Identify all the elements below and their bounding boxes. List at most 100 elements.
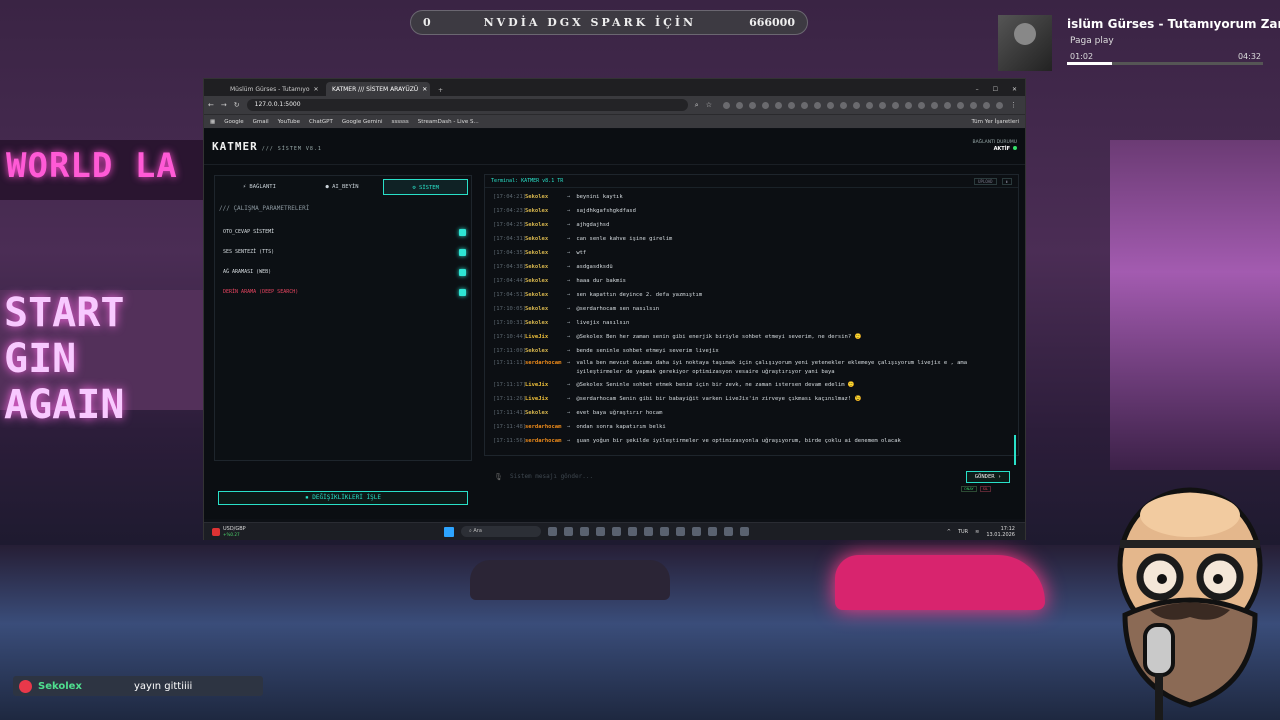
extension-icon[interactable] [931, 101, 938, 109]
apps-icon[interactable]: ▦ [210, 119, 215, 125]
toggle[interactable] [459, 228, 466, 236]
app-icon[interactable] [708, 527, 717, 536]
bookmark-youtube[interactable]: YouTube [278, 119, 300, 125]
extension-icon[interactable] [866, 101, 873, 109]
extension-icon[interactable] [879, 101, 886, 109]
scrollbar[interactable] [1014, 435, 1016, 465]
extension-icon[interactable] [853, 101, 860, 109]
close-icon[interactable]: ✕ [314, 86, 319, 93]
now-playing-widget: islüm Gürses - Tutamıyorum Zama Paga pla… [995, 12, 1280, 72]
toggle[interactable] [459, 288, 466, 296]
reload-icon[interactable]: ↻ [234, 101, 240, 109]
extension-icon[interactable] [918, 101, 925, 109]
new-tab-button[interactable]: + [432, 85, 449, 96]
clock[interactable]: 17:12 13.01.2026 [986, 526, 1015, 538]
log-timestamp: [17:11:17] [493, 382, 527, 388]
tab-connection[interactable]: ⚡ BAĞLANTI [218, 179, 301, 195]
upload-button[interactable]: UPLOAD [974, 177, 997, 185]
lang-indicator[interactable]: TUR [958, 529, 968, 535]
taskbar-search[interactable]: ⌕ Ara [461, 526, 541, 537]
extension-icon[interactable] [827, 101, 834, 109]
zoom-icon[interactable]: ⌕ [695, 101, 699, 110]
app-icon[interactable] [724, 527, 733, 536]
vs-icon[interactable] [692, 527, 701, 536]
tab-system[interactable]: ⚙ SİSTEM [383, 179, 469, 195]
toggle[interactable] [459, 268, 466, 276]
task-view-icon[interactable] [548, 527, 557, 536]
bookmark-google[interactable]: Google [224, 119, 243, 125]
opera-icon[interactable] [628, 527, 637, 536]
extension-icon[interactable] [970, 101, 977, 109]
bookmark-gemini[interactable]: Google Gemini [342, 119, 383, 125]
tab-label: SİSTEM [419, 185, 439, 191]
send-button[interactable]: GÖNDER › [966, 471, 1010, 483]
system-tray: ^ TUR ≋ 17:12 13.01.2026 [947, 526, 1025, 538]
chrome-icon[interactable] [740, 527, 749, 536]
extension-icon[interactable] [762, 101, 769, 109]
back-icon[interactable]: ← [208, 101, 214, 109]
wifi-icon[interactable]: ≋ [975, 529, 979, 535]
chat-user: Sekolex [38, 680, 82, 692]
bookmark-folder[interactable]: ssssss [392, 119, 409, 125]
arrow-icon: → [567, 348, 571, 354]
extension-icon[interactable] [801, 101, 808, 109]
terminal-header: Terminal: KATMER v8.1 TR UPLOAD ▮ [485, 175, 1018, 188]
url-input[interactable]: 127.0.0.1:5000 [246, 99, 688, 111]
tab-katmer[interactable]: KATMER /// SİSTEM ARAYÜZÜ ✕ [326, 82, 430, 96]
extension-icon[interactable] [775, 101, 782, 109]
extension-icon[interactable] [983, 101, 990, 109]
bookmark-chatgpt[interactable]: ChatGPT [309, 119, 333, 125]
tab-strip: Müslüm Gürses - Tutamıyo ✕ KATMER /// Sİ… [204, 79, 1025, 96]
tab-music[interactable]: Müslüm Gürses - Tutamıyo ✕ [220, 82, 324, 96]
log-user: Sekolex [525, 264, 549, 270]
close-icon[interactable]: ✕ [422, 86, 427, 93]
chat-message: yayın gittiiii [134, 680, 193, 692]
chevron-up-icon[interactable]: ^ [947, 529, 951, 535]
chrome-icon[interactable] [580, 527, 589, 536]
menu-icon[interactable]: ⋮ [1010, 101, 1021, 109]
extension-icon[interactable] [996, 101, 1003, 109]
extension-icon[interactable] [814, 101, 821, 109]
bookmark-gmail[interactable]: Gmail [253, 119, 269, 125]
app-icon[interactable] [660, 527, 669, 536]
extension-icon[interactable] [905, 101, 912, 109]
arrow-icon: → [567, 438, 571, 444]
extension-icon[interactable] [892, 101, 899, 109]
apply-changes-button[interactable]: ▪ DEĞİŞİKLİKLERİ İŞLE [218, 491, 468, 505]
extension-icon[interactable] [944, 101, 951, 109]
ticker-widget[interactable]: USD/GBP +%0.27 [204, 526, 444, 537]
trash-icon[interactable]: ▮ [1001, 177, 1012, 185]
extension-icon[interactable] [840, 101, 847, 109]
extension-icon[interactable] [749, 101, 756, 109]
mini-button-del[interactable]: SİL [979, 486, 991, 492]
forward-icon[interactable]: → [221, 101, 227, 109]
close-window-icon[interactable]: ✕ [1012, 86, 1017, 93]
tab-ai-brain[interactable]: ● AI_BEYİN [301, 179, 384, 195]
log-message: şuan yoğun bir şekilde iyileştirmeler ve… [576, 438, 901, 444]
donation-goal-bar: 0 NVDİA DGX SPARK İÇİN 666000 [410, 10, 808, 35]
minimize-icon[interactable]: – [976, 86, 979, 93]
all-bookmarks[interactable]: Tüm Yer İşaretleri [972, 119, 1025, 125]
app-icon[interactable] [612, 527, 621, 536]
bookmark-streamdash[interactable]: StreamDash - Live S... [418, 119, 479, 125]
message-input[interactable]: Sistem mesajı gönder... [494, 473, 954, 485]
option-label: SES SENTEZİ (TTS) [223, 249, 275, 255]
goal-current: 0 [423, 16, 431, 29]
connection-value: AKTİF [993, 146, 1010, 152]
app-icon[interactable] [644, 527, 653, 536]
mini-button-ok[interactable]: ONAY [961, 486, 977, 492]
whatsapp-icon[interactable] [564, 527, 573, 536]
star-icon[interactable]: ☆ [706, 101, 712, 109]
windows-start-icon[interactable] [444, 526, 454, 537]
toggle[interactable] [459, 248, 466, 256]
log-message: evet baya uğraştırır hocam [576, 410, 663, 416]
extension-icon[interactable] [723, 101, 730, 109]
folder-icon[interactable] [596, 527, 605, 536]
chat-log[interactable]: [17:04:21] Sekolex → beynini kaytık [17:04:2… [485, 188, 1018, 450]
extension-icon[interactable] [736, 101, 743, 109]
excel-icon[interactable] [676, 527, 685, 536]
extension-icon[interactable] [788, 101, 795, 109]
extension-icon[interactable] [957, 101, 964, 109]
log-message: can senle kahve işine girelim [576, 236, 673, 242]
maximize-icon[interactable]: ☐ [993, 86, 998, 93]
